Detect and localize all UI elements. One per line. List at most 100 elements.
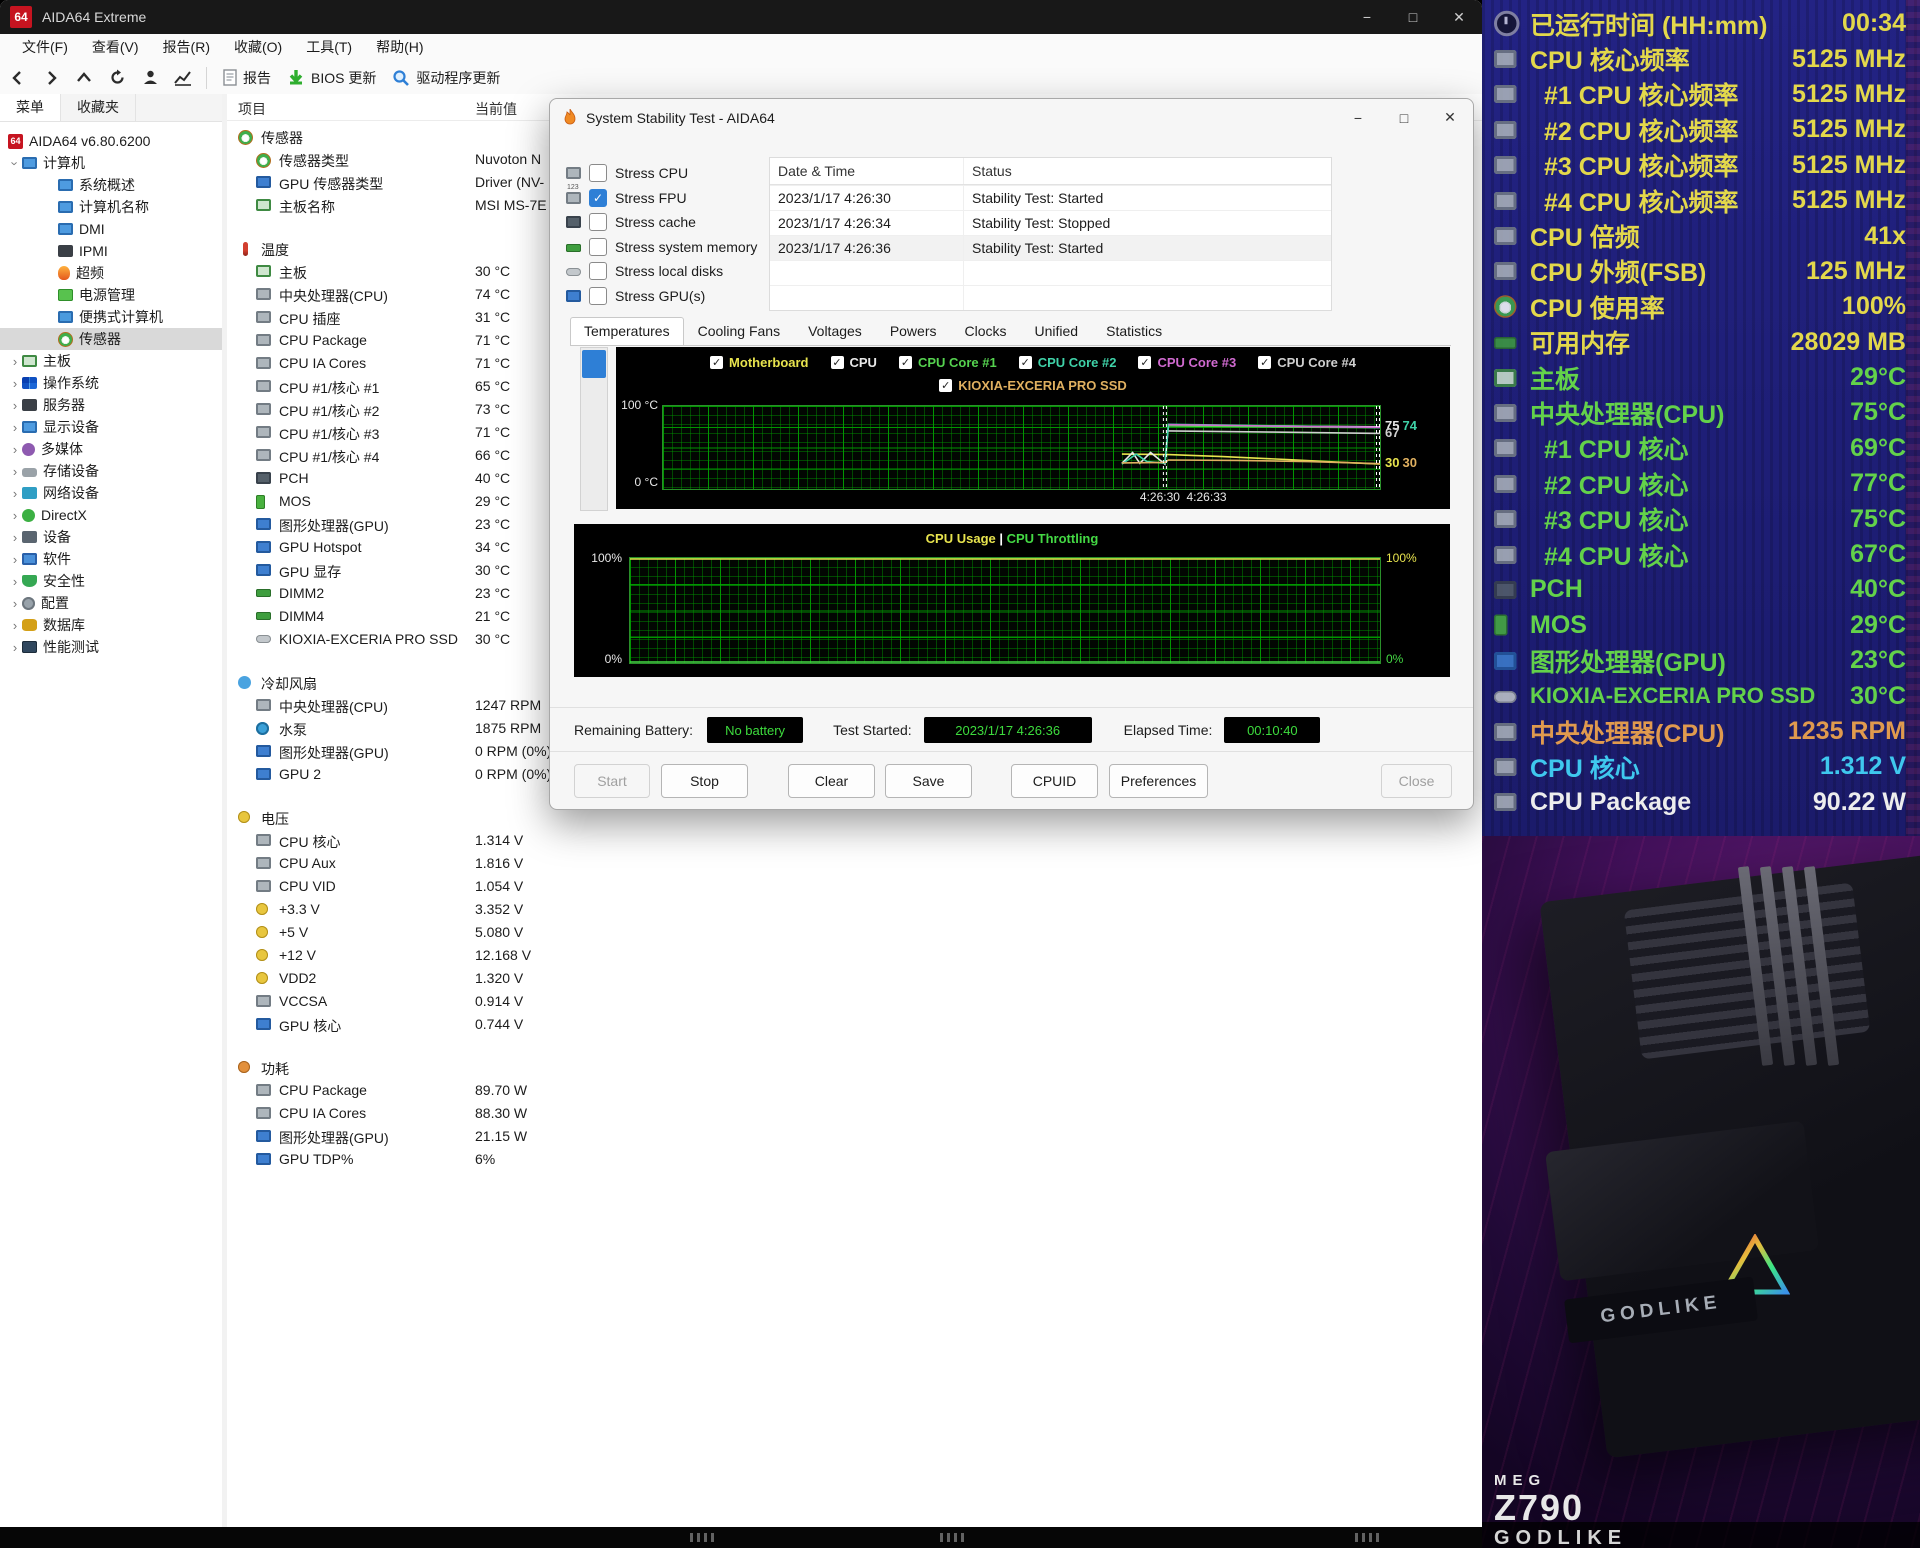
tree-item-主板[interactable]: › 主板 [0,350,222,372]
log-row[interactable]: 2023/1/17 4:26:30 Stability Test: Started [770,185,1331,210]
tab-Voltages[interactable]: Voltages [794,317,876,345]
tree-item-电源管理[interactable]: 电源管理 [0,284,222,306]
column-value[interactable]: 当前值 [475,99,517,119]
tree-item-传感器[interactable]: 传感器 [0,328,222,350]
list-item[interactable]: +12 V 12.168 V [227,944,1482,967]
tree-item-软件[interactable]: › 软件 [0,548,222,570]
back-icon[interactable] [3,65,33,91]
expander-icon[interactable]: › [8,508,22,523]
menu-item-工具(T)[interactable]: 工具(T) [294,34,364,61]
tab-Temperatures[interactable]: Temperatures [570,317,684,345]
menu-item-报告(R)[interactable]: 报告(R) [151,34,222,61]
tree-item-DirectX[interactable]: › DirectX [0,504,222,526]
tree-item-设备[interactable]: › 设备 [0,526,222,548]
stop-button[interactable]: Stop [661,764,748,798]
checkbox-unchecked[interactable] [589,286,607,305]
tree-item-网络设备[interactable]: › 网络设备 [0,482,222,504]
dialog-minimize-button[interactable]: − [1335,99,1381,136]
list-item[interactable]: VCCSA 0.914 V [227,990,1482,1013]
legend-checkbox[interactable]: ✓ [898,356,912,369]
column-item[interactable]: 项目 [238,99,266,119]
report-button[interactable]: 报告 [215,68,279,88]
expander-icon[interactable]: › [8,618,22,633]
list-item[interactable]: CPU VID 1.054 V [227,875,1482,898]
tree-item-显示设备[interactable]: › 显示设备 [0,416,222,438]
tree-item-数据库[interactable]: › 数据库 [0,614,222,636]
tree-item-性能测试[interactable]: › 性能测试 [0,636,222,658]
legend-checkbox[interactable]: ✓ [1138,356,1152,369]
refresh-icon[interactable] [102,65,132,91]
clear-button[interactable]: Clear [788,764,875,798]
cpuid-button[interactable]: CPUID [1011,764,1098,798]
list-item[interactable]: +5 V 5.080 V [227,921,1482,944]
legend-checkbox[interactable]: ✓ [710,356,724,369]
log-col-datetime[interactable]: Date & Time [770,158,964,184]
expander-icon[interactable]: › [8,574,22,589]
tree-item-服务器[interactable]: › 服务器 [0,394,222,416]
tab-Cooling Fans[interactable]: Cooling Fans [684,317,795,345]
graph-scrollbar[interactable] [580,347,608,511]
tree-item-系统概述[interactable]: 系统概述 [0,174,222,196]
preferences-button[interactable]: Preferences [1109,764,1208,798]
expander-icon[interactable]: › [8,530,22,545]
tab-Clocks[interactable]: Clocks [951,317,1021,345]
stress-option-Stress local disks[interactable]: Stress local disks [566,259,766,284]
sidebar-tab-菜单[interactable]: 菜单 [0,94,61,121]
legend-checkbox[interactable]: ✓ [1258,356,1272,369]
expander-icon[interactable]: › [8,552,22,567]
forward-icon[interactable] [36,65,66,91]
checkbox-unchecked[interactable] [589,164,607,183]
legend-checkbox[interactable]: ✓ [830,356,844,369]
list-item[interactable]: VDD2 1.320 V [227,967,1482,990]
tree-item-计算机名称[interactable]: 计算机名称 [0,196,222,218]
tree-item-存储设备[interactable]: › 存储设备 [0,460,222,482]
tree-item-多媒体[interactable]: › 多媒体 [0,438,222,460]
chart-icon[interactable] [168,65,198,91]
menu-item-文件(F)[interactable]: 文件(F) [10,34,80,61]
list-item[interactable]: CPU 核心 1.314 V [227,829,1482,852]
tree-item-配置[interactable]: › 配置 [0,592,222,614]
list-item[interactable]: CPU Package 89.70 W [227,1079,1482,1102]
stress-option-Stress FPU[interactable]: ✓ Stress FPU [566,184,766,211]
app-close-button[interactable]: ✕ [1436,0,1482,34]
tree-item-安全性[interactable]: › 安全性 [0,570,222,592]
log-col-status[interactable]: Status [964,163,1331,179]
save-button[interactable]: Save [885,764,972,798]
tab-Powers[interactable]: Powers [876,317,951,345]
legend-checkbox[interactable]: ✓ [1018,356,1032,369]
dialog-maximize-button[interactable]: □ [1381,99,1427,136]
checkbox-checked[interactable]: ✓ [589,188,607,207]
tree-item-computer[interactable]: › 计算机 [0,152,222,174]
menu-item-收藏(O)[interactable]: 收藏(O) [222,34,294,61]
app-maximize-button[interactable]: □ [1390,0,1436,34]
expander-icon[interactable]: › [8,354,22,369]
dialog-close-button[interactable]: ✕ [1427,99,1473,136]
tree-item-超频[interactable]: 超频 [0,262,222,284]
tree-item-操作系统[interactable]: › 操作系统 [0,372,222,394]
tab-Statistics[interactable]: Statistics [1092,317,1176,345]
expander-icon[interactable]: › [8,486,22,501]
expander-icon[interactable]: › [8,640,22,655]
list-item[interactable]: GPU 核心 0.744 V [227,1013,1482,1036]
checkbox-unchecked[interactable] [589,262,607,281]
list-item[interactable]: 图形处理器(GPU) 21.15 W [227,1125,1482,1148]
log-row[interactable]: 2023/1/17 4:26:34 Stability Test: Stopped [770,210,1331,235]
checkbox-unchecked[interactable] [589,237,607,256]
checkbox-unchecked[interactable] [589,213,607,232]
log-row[interactable]: 2023/1/17 4:26:36 Stability Test: Started [770,235,1331,260]
stress-option-Stress system memory[interactable]: Stress system memory [566,235,766,260]
menu-item-帮助(H)[interactable]: 帮助(H) [364,34,435,61]
tree-item-IPMI[interactable]: IPMI [0,240,222,262]
stress-option-Stress GPU(s)[interactable]: Stress GPU(s) [566,284,766,309]
user-icon[interactable] [135,65,165,91]
driver-update-button[interactable]: 驱动程序更新 [384,68,508,88]
app-minimize-button[interactable]: − [1344,0,1390,34]
list-item[interactable]: +3.3 V 3.352 V [227,898,1482,921]
tree-item-DMI[interactable]: DMI [0,218,222,240]
expander-icon[interactable]: › [8,464,22,479]
expander-icon[interactable]: › [8,156,23,170]
tree-item-便携式计算机[interactable]: 便携式计算机 [0,306,222,328]
bios-update-button[interactable]: BIOS 更新 [279,68,384,88]
stress-option-Stress cache[interactable]: Stress cache [566,210,766,235]
expander-icon[interactable]: › [8,376,22,391]
